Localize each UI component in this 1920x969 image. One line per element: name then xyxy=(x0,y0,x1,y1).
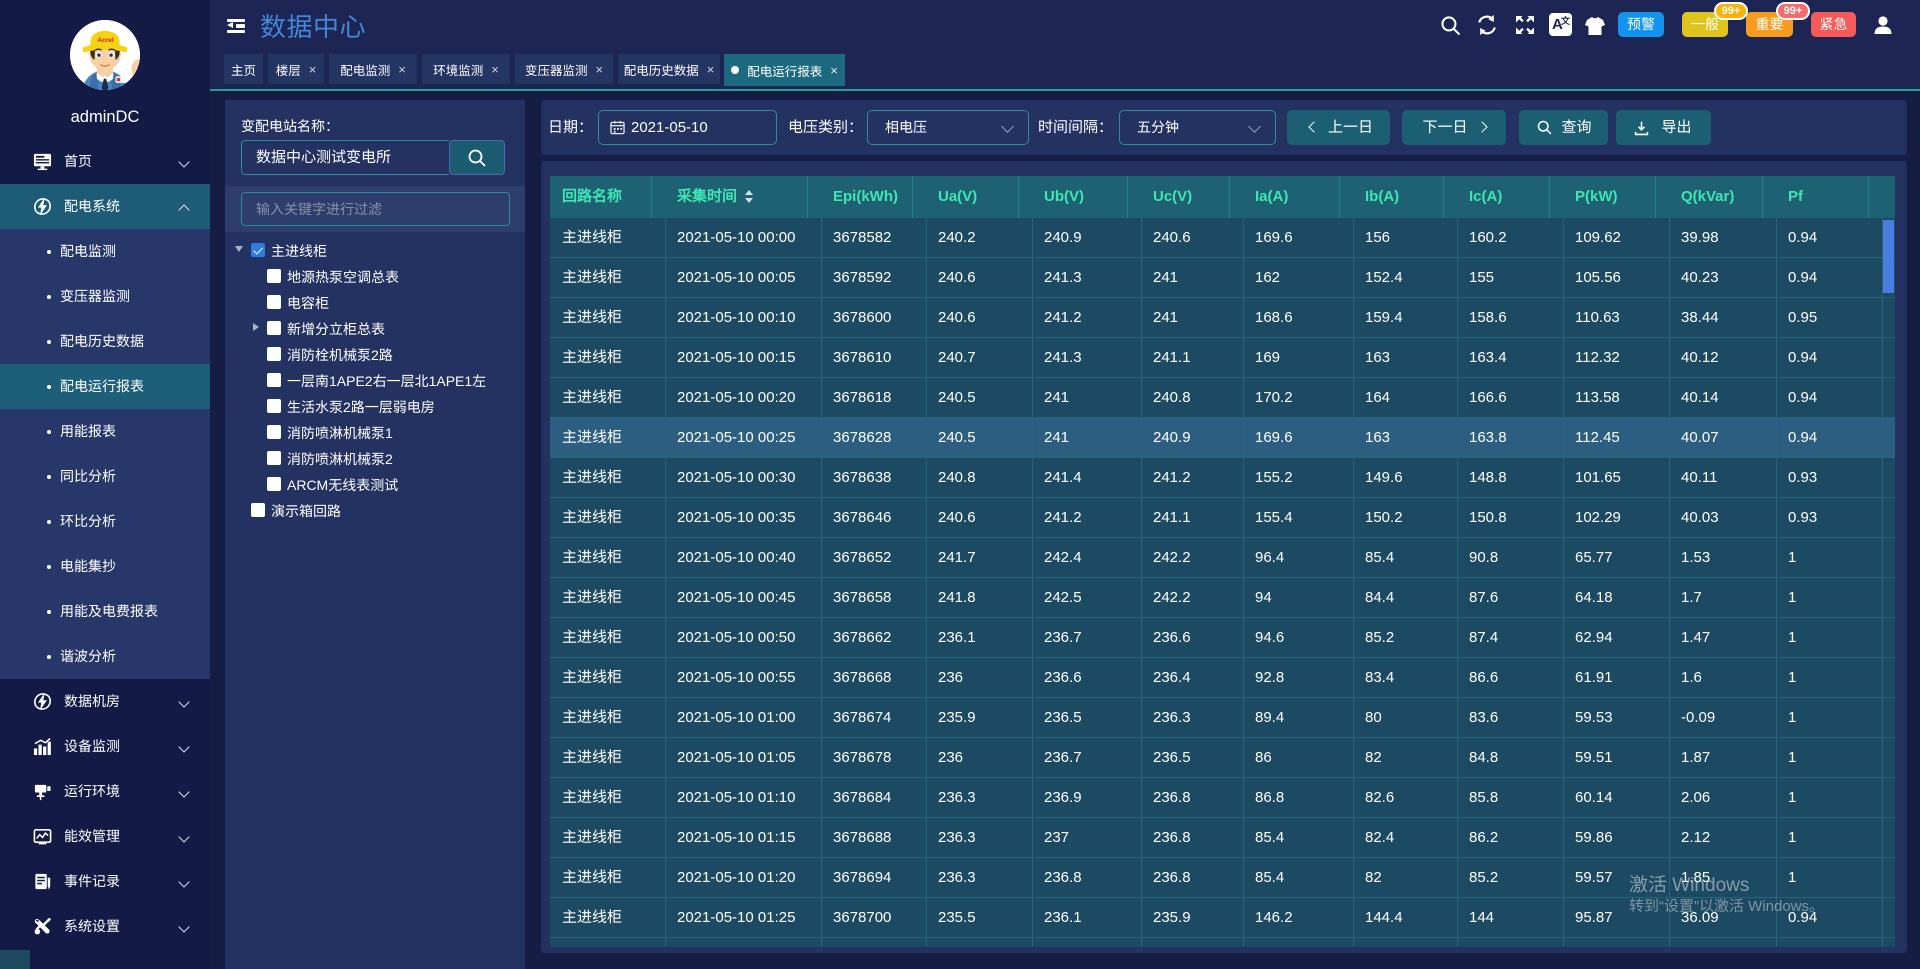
svg-text:Acrel: Acrel xyxy=(97,37,114,44)
